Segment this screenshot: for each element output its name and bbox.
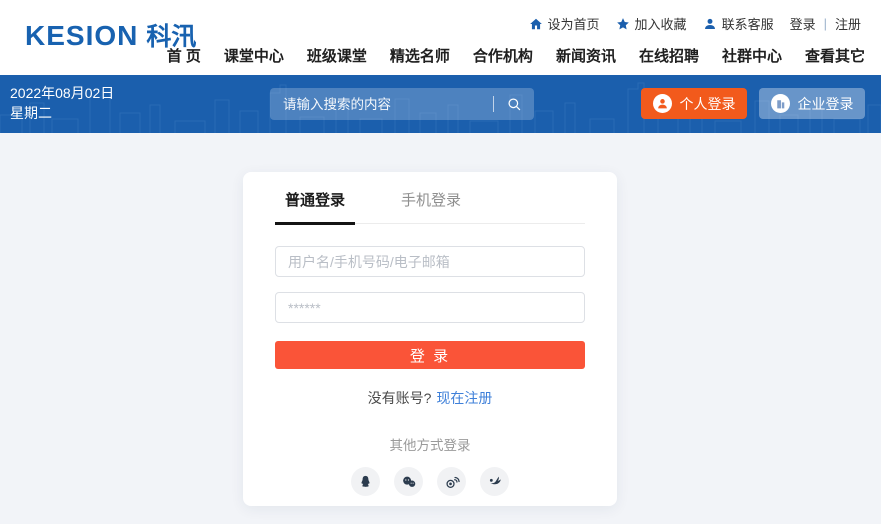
nav-item-classroom-center[interactable]: 课堂中心 — [224, 45, 284, 66]
weibo-icon — [445, 476, 460, 488]
site-header: KESION 科汛 设为首页 加入收藏 联系客服 登录 | 注册 首 页 课堂中… — [0, 0, 881, 75]
date-line: 2022年08月02日 — [10, 85, 115, 101]
login-card: 普通登录 手机登录 登 录 没有账号?现在注册 其他方式登录 — [243, 172, 617, 506]
social-login-row — [243, 467, 617, 496]
logo-text-en: KESION — [25, 20, 139, 51]
register-row: 没有账号? 现在注册 — [243, 388, 617, 408]
login-submit-button[interactable]: 登 录 — [275, 341, 585, 369]
nav-item-news[interactable]: 新闻资讯 — [556, 45, 616, 66]
nav-item-featured-teachers[interactable]: 精选名师 — [390, 45, 450, 66]
page: KESION 科汛 设为首页 加入收藏 联系客服 登录 | 注册 首 页 课堂中… — [0, 0, 881, 524]
enterprise-building-icon — [770, 94, 790, 113]
personal-login-label: 个人登录 — [679, 95, 736, 112]
enterprise-login-label: 企业登录 — [797, 95, 854, 112]
date-display: 2022年08月02日 星期二 — [10, 83, 114, 124]
weibo-login-button[interactable] — [437, 467, 466, 496]
add-favorite-label: 加入收藏 — [634, 17, 687, 32]
nav-item-community[interactable]: 社群中心 — [722, 45, 782, 66]
password-field[interactable] — [275, 292, 585, 323]
qq-icon — [361, 475, 370, 487]
register-link[interactable]: 注册 — [835, 14, 861, 33]
star-icon — [616, 17, 630, 31]
search-icon — [507, 97, 520, 110]
home-icon — [529, 17, 543, 31]
auth-separator: | — [823, 16, 827, 31]
contact-service-link[interactable]: 联系客服 — [703, 14, 774, 33]
search-button[interactable] — [494, 88, 534, 120]
tab-phone-login[interactable]: 手机登录 — [391, 189, 471, 223]
login-link[interactable]: 登录 — [790, 14, 816, 33]
yixin-icon — [489, 476, 501, 484]
person-icon — [703, 17, 717, 31]
nav-item-partner-orgs[interactable]: 合作机构 — [473, 45, 533, 66]
username-field[interactable] — [275, 246, 585, 277]
personal-user-icon — [652, 94, 672, 113]
login-tabs: 普通登录 手机登录 — [275, 172, 585, 225]
topbar: 2022年08月02日 星期二 个人登录 企业登录 — [0, 75, 881, 133]
main-nav: 首 页 课堂中心 班级课堂 精选名师 合作机构 新闻资讯 在线招聘 社群中心 查… — [167, 45, 865, 66]
add-favorite-link[interactable]: 加入收藏 — [616, 14, 687, 33]
tab-normal-login[interactable]: 普通登录 — [275, 189, 356, 225]
other-login-text: 其他方式登录 — [389, 438, 471, 453]
personal-login-button[interactable]: 个人登录 — [641, 88, 747, 119]
no-account-text: 没有账号? — [367, 390, 432, 406]
nav-item-class-courses[interactable]: 班级课堂 — [307, 45, 367, 66]
auth-links: 登录 | 注册 — [790, 14, 861, 33]
wechat-login-button[interactable] — [394, 467, 423, 496]
weekday-line: 星期二 — [10, 105, 52, 122]
nav-item-more[interactable]: 查看其它 — [805, 45, 865, 66]
yixin-login-button[interactable] — [480, 467, 509, 496]
search-input[interactable] — [270, 88, 493, 120]
register-now-link[interactable]: 现在注册 — [436, 390, 492, 406]
utility-bar: 设为首页 加入收藏 联系客服 登录 | 注册 — [529, 14, 861, 33]
nav-item-home[interactable]: 首 页 — [167, 45, 201, 66]
nav-item-jobs[interactable]: 在线招聘 — [639, 45, 699, 66]
wechat-icon — [402, 476, 415, 487]
enterprise-login-button[interactable]: 企业登录 — [759, 88, 865, 119]
set-home-link[interactable]: 设为首页 — [529, 14, 600, 33]
set-home-label: 设为首页 — [547, 17, 600, 32]
qq-login-button[interactable] — [351, 467, 380, 496]
search-bar — [270, 88, 534, 120]
contact-service-label: 联系客服 — [721, 17, 774, 32]
